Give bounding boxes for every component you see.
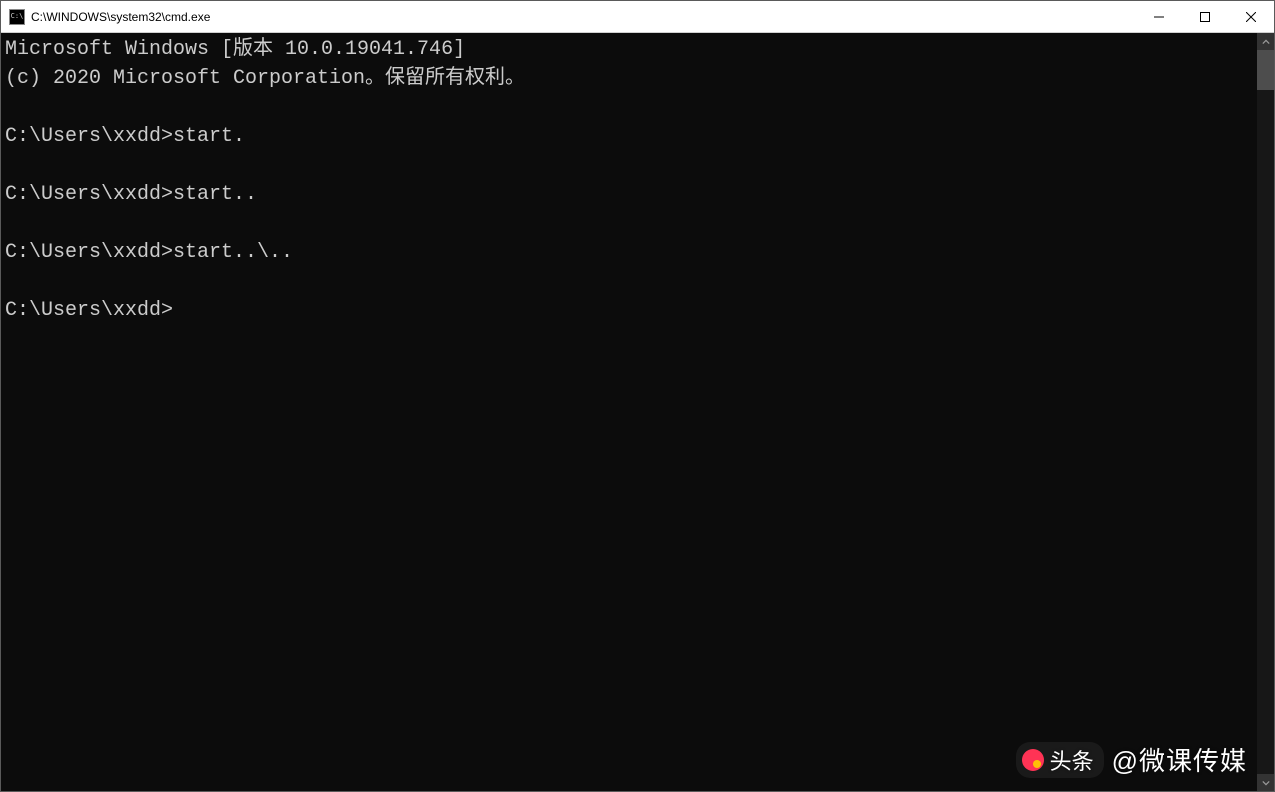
watermark-logo-icon [1022, 749, 1044, 771]
scroll-up-button[interactable] [1257, 33, 1274, 50]
titlebar[interactable]: C:\ C:\WINDOWS\system32\cmd.exe [1, 1, 1274, 33]
cmd-icon: C:\ [9, 9, 25, 25]
minimize-icon [1154, 12, 1164, 22]
window-title: C:\WINDOWS\system32\cmd.exe [31, 10, 1136, 24]
chevron-up-icon [1262, 38, 1270, 46]
content-area: Microsoft Windows [版本 10.0.19041.746] (c… [1, 33, 1274, 791]
minimize-button[interactable] [1136, 1, 1182, 32]
maximize-icon [1200, 12, 1210, 22]
scrollbar[interactable] [1257, 33, 1274, 791]
watermark-handle: @微课传媒 [1112, 741, 1247, 778]
scroll-down-button[interactable] [1257, 774, 1274, 791]
terminal-output[interactable]: Microsoft Windows [版本 10.0.19041.746] (c… [1, 33, 1257, 791]
watermark: 头条 @微课传媒 [1016, 741, 1247, 778]
watermark-badge: 头条 [1016, 742, 1104, 778]
close-button[interactable] [1228, 1, 1274, 32]
cmd-window: C:\ C:\WINDOWS\system32\cmd.exe Microsof… [0, 0, 1275, 792]
close-icon [1246, 12, 1256, 22]
watermark-brand: 头条 [1050, 744, 1094, 776]
scroll-track[interactable] [1257, 50, 1274, 774]
maximize-button[interactable] [1182, 1, 1228, 32]
window-controls [1136, 1, 1274, 32]
chevron-down-icon [1262, 779, 1270, 787]
scroll-thumb[interactable] [1257, 50, 1274, 90]
